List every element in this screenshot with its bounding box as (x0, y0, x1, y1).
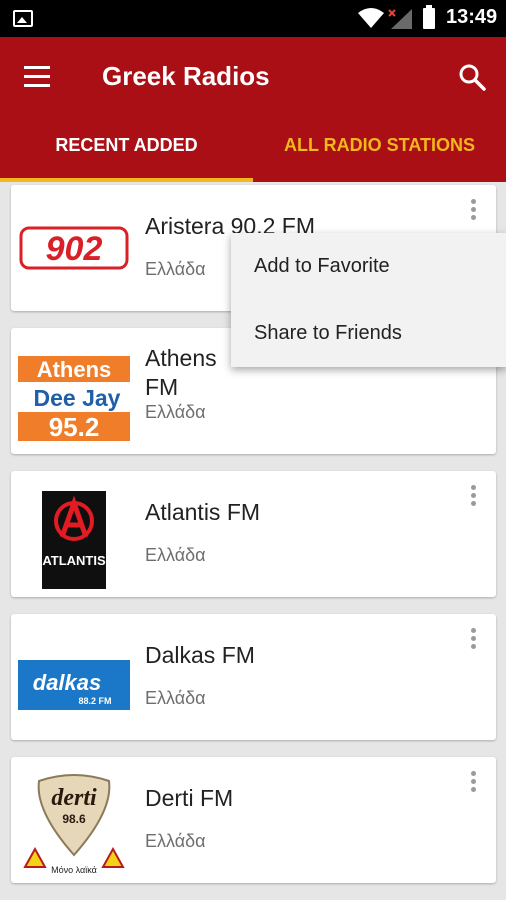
status-time: 13:49 (446, 6, 498, 28)
station-country: Ελλάδα (145, 259, 206, 279)
tab-recent-added[interactable]: RECENT ADDED (0, 135, 253, 182)
svg-text:derti: derti (51, 785, 97, 811)
status-bar: 13:49 (0, 0, 506, 37)
station-country: Ελλάδα (145, 545, 206, 565)
station-logo-aristera: 902 (19, 226, 129, 270)
photo-icon (13, 10, 33, 27)
station-card[interactable]: ATLANTIS Atlantis FM Ελλάδα (11, 471, 496, 597)
svg-text:dalkas: dalkas (33, 670, 102, 695)
station-logo-derti: derti 98.6 Μόνο λαϊκά (23, 774, 125, 875)
svg-text:902: 902 (46, 230, 103, 268)
battery-icon (423, 5, 435, 29)
station-card[interactable]: derti 98.6 Μόνο λαϊκά Derti FM Ελλάδα (11, 757, 496, 883)
menu-item-add-to-favorite[interactable]: Add to Favorite (254, 255, 390, 278)
svg-text:Dee Jay: Dee Jay (34, 385, 121, 411)
tab-all-radio-stations-label: ALL RADIO STATIONS (284, 135, 475, 155)
station-card[interactable]: dalkas 88.2 FM Dalkas FM Ελλάδα (11, 614, 496, 740)
svg-text:ATLANTIS: ATLANTIS (42, 553, 106, 568)
station-logo-athens-deejay: Athens Dee Jay 95.2 (18, 356, 130, 442)
svg-text:95.2: 95.2 (49, 412, 100, 442)
more-options-icon[interactable] (466, 199, 480, 225)
wifi-icon (358, 8, 384, 28)
svg-text:98.6: 98.6 (62, 812, 86, 826)
more-options-icon[interactable] (466, 771, 480, 797)
station-country: Ελλάδα (145, 402, 206, 422)
station-logo-dalkas: dalkas 88.2 FM (18, 660, 130, 710)
popup-menu: Add to Favorite Share to Friends (231, 233, 506, 367)
search-icon[interactable] (456, 61, 488, 93)
svg-text:Μόνο λαϊκά: Μόνο λαϊκά (51, 865, 97, 875)
menu-item-share-to-friends[interactable]: Share to Friends (254, 322, 402, 345)
station-logo-atlantis: ATLANTIS (42, 491, 106, 589)
more-options-icon[interactable] (466, 485, 480, 511)
station-name: Dalkas FM (145, 642, 255, 668)
station-name-line2: FM (145, 374, 179, 400)
tab-recent-added-label: RECENT ADDED (55, 135, 198, 155)
station-name: Athens FM (145, 344, 217, 402)
signal-icon (388, 9, 412, 29)
tab-all-radio-stations[interactable]: ALL RADIO STATIONS (253, 135, 506, 182)
station-country: Ελλάδα (145, 831, 206, 851)
menu-icon[interactable] (24, 66, 54, 90)
station-country: Ελλάδα (145, 688, 206, 708)
svg-text:88.2 FM: 88.2 FM (78, 696, 111, 706)
station-name: Atlantis FM (145, 499, 261, 525)
tab-indicator (0, 178, 253, 182)
app-title: Greek Radios (102, 61, 270, 91)
more-options-icon[interactable] (466, 628, 480, 654)
app-bar: Greek Radios RECENT ADDED ALL RADIO STAT… (0, 37, 506, 182)
svg-text:Athens: Athens (37, 357, 112, 382)
station-name: Derti FM (145, 785, 234, 811)
station-name-line1: Athens (145, 345, 217, 371)
